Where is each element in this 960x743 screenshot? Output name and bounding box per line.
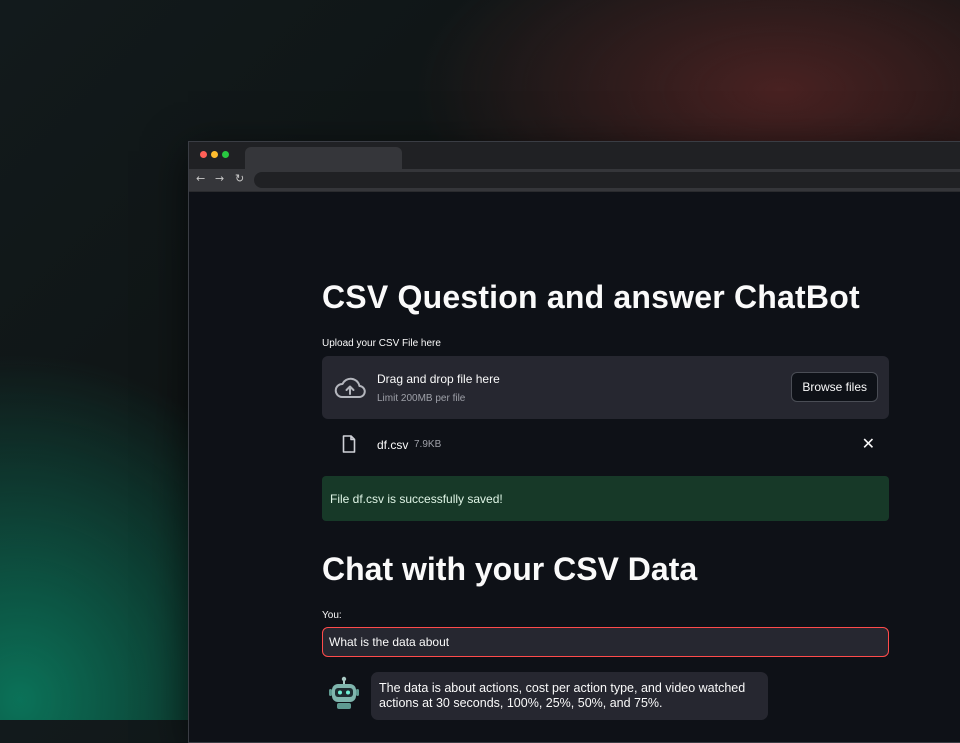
dropzone-limit: Limit 200MB per file (377, 393, 466, 404)
window-controls (200, 151, 229, 158)
browser-window: ← → ↻ CSV Question and answer ChatBot Up… (188, 141, 960, 743)
reload-icon[interactable]: ↻ (235, 172, 244, 186)
chat-input-label: You: (322, 610, 342, 621)
dropzone-title: Drag and drop file here (377, 372, 500, 386)
file-size: 7.9KB (414, 439, 442, 450)
upload-label: Upload your CSV File here (322, 338, 441, 349)
browser-titlebar (189, 142, 960, 169)
close-window-button[interactable] (200, 151, 207, 158)
remove-file-close-icon[interactable]: ✕ (862, 434, 875, 453)
bot-response-text: The data is about actions, cost per acti… (379, 681, 746, 710)
page-title: CSV Question and answer ChatBot (322, 279, 860, 315)
file-icon (342, 435, 356, 453)
forward-arrow-icon[interactable]: → (215, 172, 224, 186)
browse-files-button[interactable]: Browse files (791, 372, 878, 402)
bot-response-bubble: The data is about actions, cost per acti… (371, 672, 768, 720)
file-name: df.csv (377, 438, 409, 452)
maximize-window-button[interactable] (222, 151, 229, 158)
success-message: File df.csv is successfully saved! (330, 492, 503, 506)
app-content: CSV Question and answer ChatBot Upload y… (189, 192, 960, 742)
bot-avatar-icon (329, 676, 359, 709)
file-dropzone[interactable]: Drag and drop file here Limit 200MB per … (322, 356, 889, 419)
uploaded-file-row: df.csv 7.9KB ✕ (322, 432, 889, 458)
cloud-upload-icon (334, 377, 366, 398)
browser-toolbar: ← → ↻ (189, 169, 960, 192)
success-alert: File df.csv is successfully saved! (322, 476, 889, 521)
back-arrow-icon[interactable]: ← (196, 172, 205, 186)
minimize-window-button[interactable] (211, 151, 218, 158)
address-bar[interactable] (254, 172, 960, 188)
section-title: Chat with your CSV Data (322, 551, 698, 587)
browser-tab[interactable] (245, 147, 402, 169)
chat-input[interactable] (322, 627, 889, 657)
